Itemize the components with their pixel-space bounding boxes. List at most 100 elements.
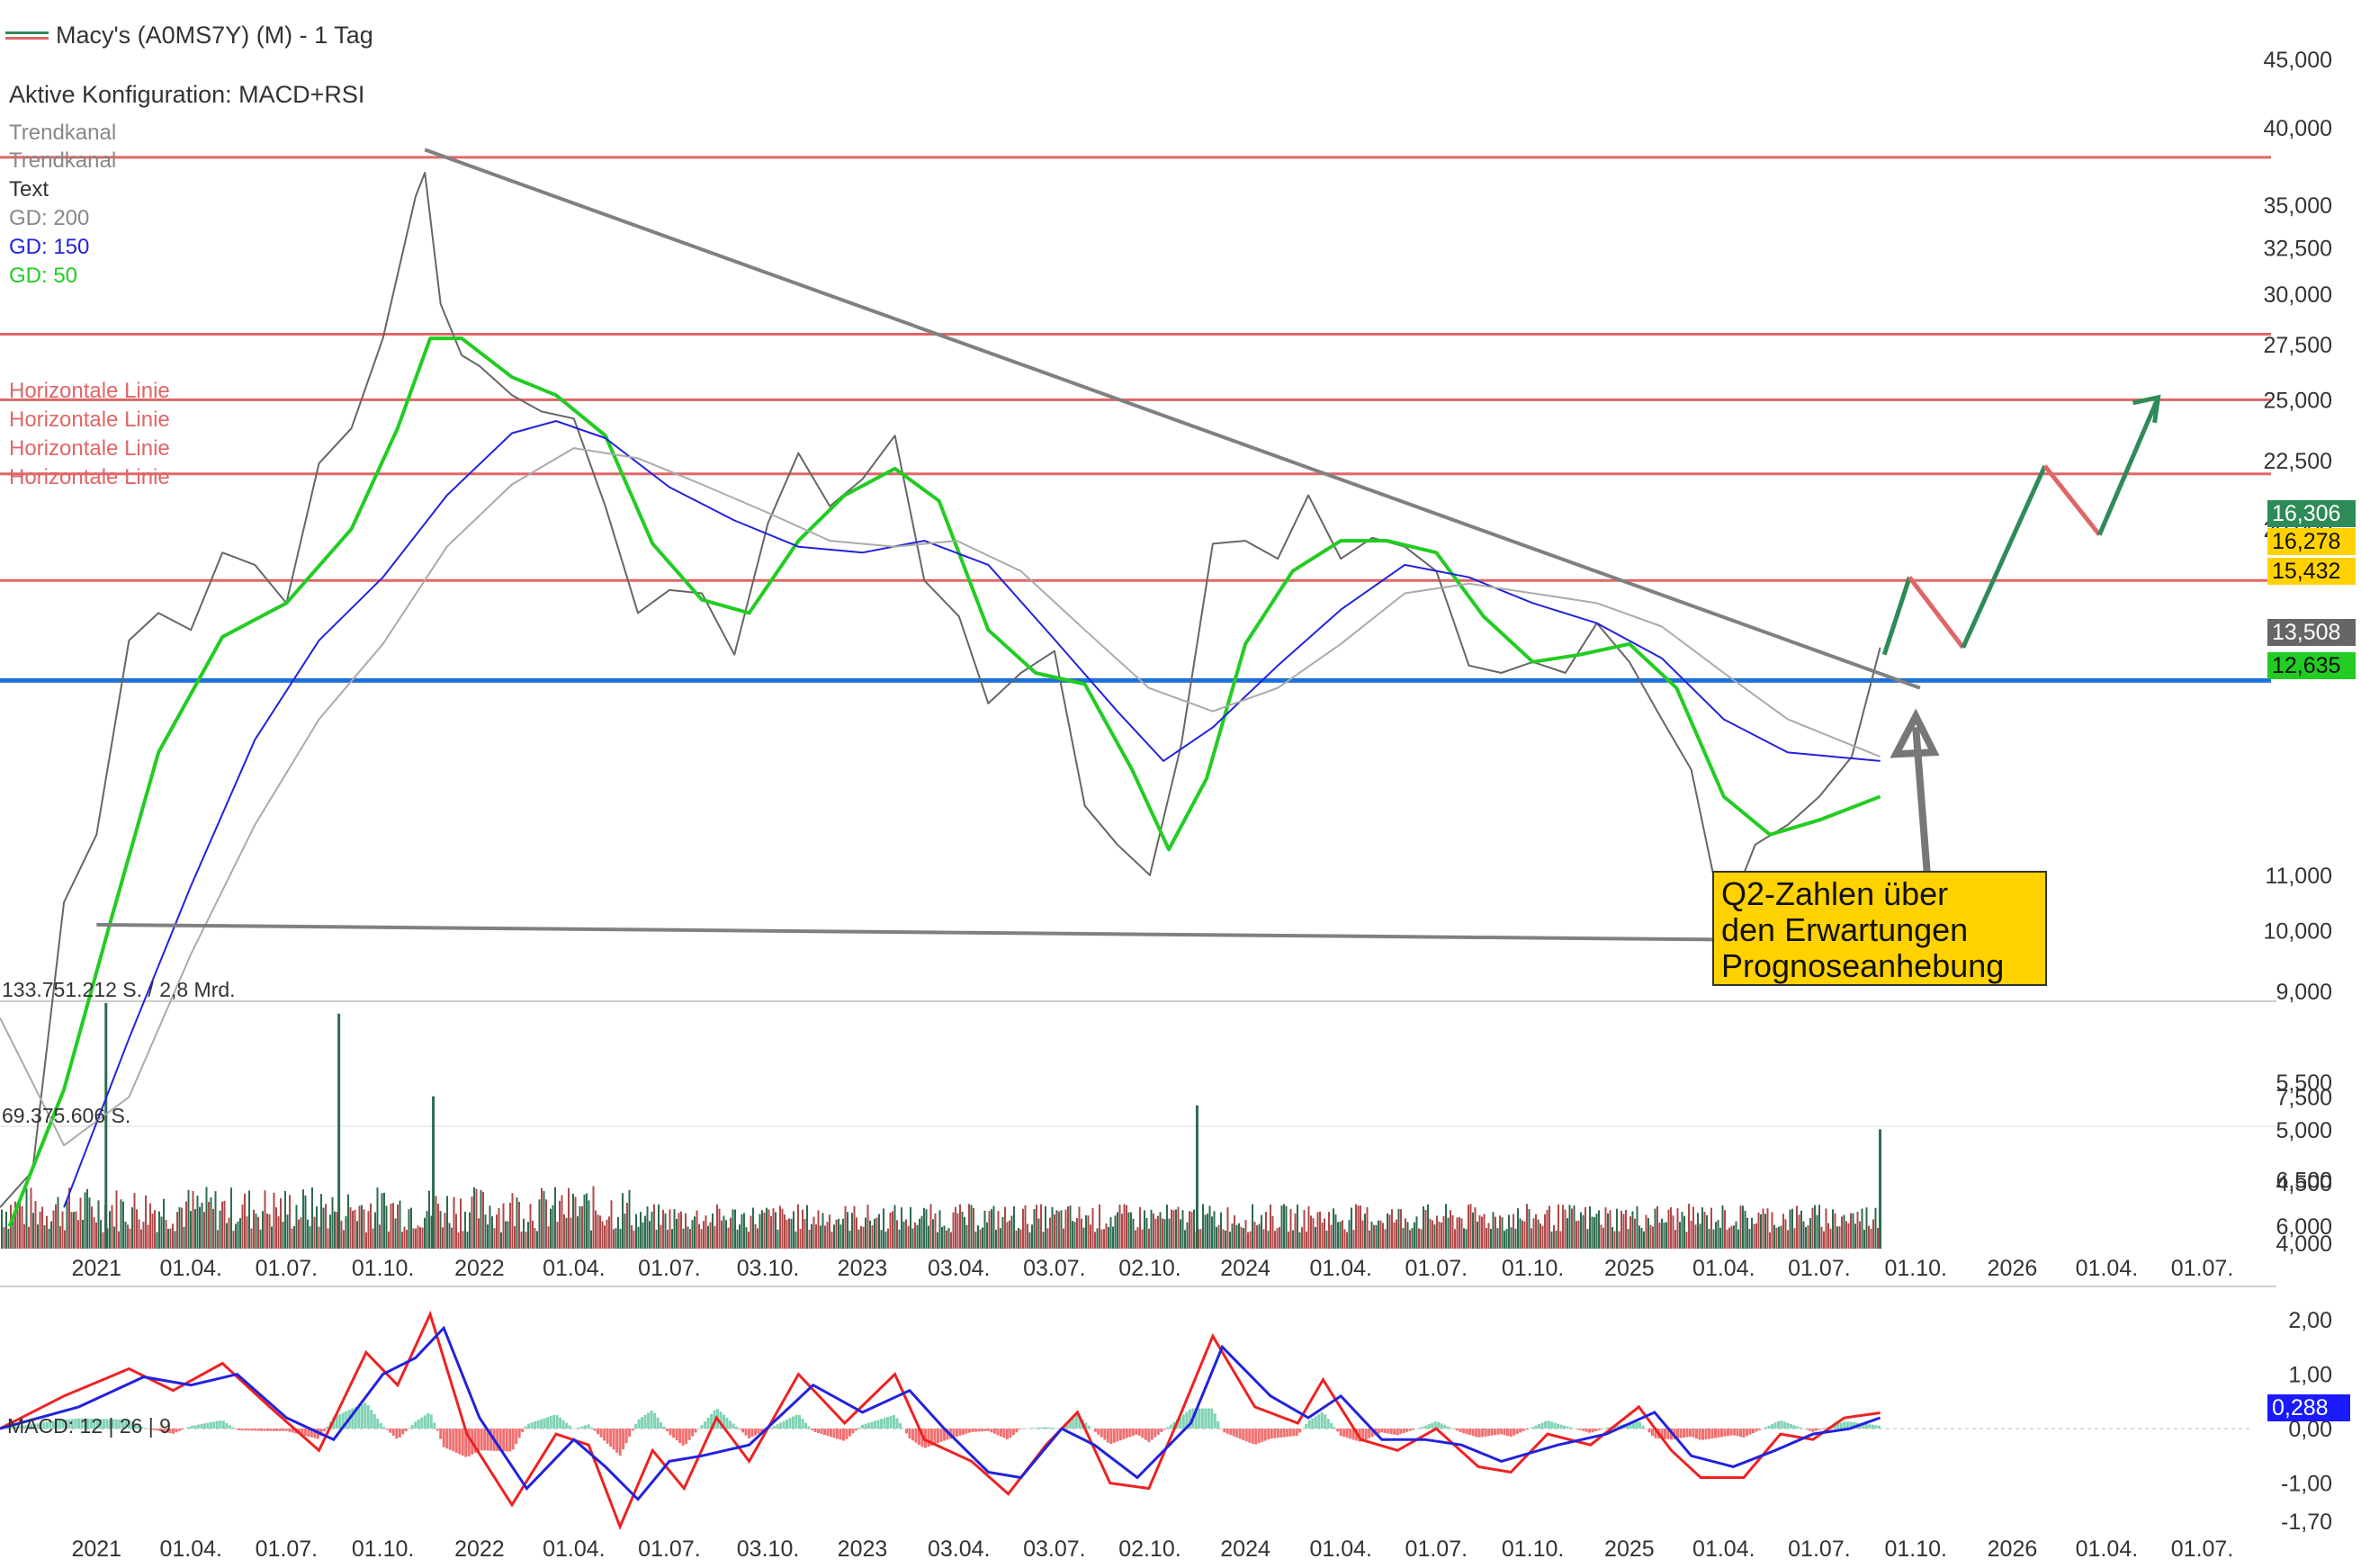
- price-tag: 16,306: [2267, 500, 2356, 527]
- indicator-label: Horizontale Linie: [9, 465, 170, 489]
- trendchannel-line: [424, 148, 1921, 690]
- x-tick-label: 01.04.: [543, 1537, 606, 1562]
- macd-panel: [0, 1310, 1881, 1530]
- x-tick-label: 2023: [838, 1537, 888, 1562]
- x-tick-label: 01.04.: [1309, 1537, 1372, 1562]
- gd50-line: [7, 336, 1881, 1227]
- gd200-line: [0, 447, 1881, 1147]
- y-tick-label: 7,500: [2276, 1086, 2332, 1111]
- x-tick-label: 03.07.: [1023, 1256, 1086, 1281]
- x-tick-label: 01.10.: [1502, 1256, 1565, 1281]
- x-tick-label: 01.10.: [1884, 1256, 1947, 1281]
- y-tick-label: 40,000: [2264, 116, 2332, 141]
- x-tick-label: 01.04.: [1692, 1256, 1755, 1281]
- x-tick-label: 2022: [454, 1256, 505, 1281]
- price-tag: 12,635: [2267, 652, 2356, 679]
- x-tick-label: 2021: [71, 1537, 121, 1562]
- price-tag: 13,508: [2267, 619, 2356, 646]
- x-tick-label: 01.07.: [638, 1537, 701, 1562]
- projection-line: [1908, 576, 1965, 650]
- y-tick-label: 6,500: [2276, 1169, 2332, 1194]
- y-tick-label: 9,000: [2276, 980, 2332, 1005]
- x-tick-label: 2025: [1604, 1537, 1655, 1562]
- x-tick-label: 2025: [1604, 1256, 1655, 1281]
- indicator-label: Trendkanal: [9, 148, 117, 173]
- chart-title: Macy's (A0MS7Y) (M) - 1 Tag: [5, 22, 373, 49]
- x-tick-label: 2022: [454, 1537, 505, 1562]
- macd-tick-label: 2,00: [2288, 1308, 2332, 1333]
- x-tick-label: 02.10.: [1118, 1256, 1181, 1281]
- x-tick-label: 02.10.: [1118, 1537, 1181, 1562]
- series-legend-icon: [5, 31, 49, 40]
- y-tick-label: 5,000: [2276, 1118, 2332, 1143]
- macd-tick-label: -1,00: [2281, 1472, 2332, 1497]
- x-tick-label: 01.04.: [2076, 1537, 2139, 1562]
- x-tick-label: 01.07.: [2171, 1537, 2234, 1562]
- indicator-label: Horizontale Linie: [9, 408, 170, 432]
- indicator-label: Horizontale Linie: [9, 436, 170, 461]
- x-tick-label: 01.10.: [1502, 1537, 1565, 1562]
- chart-title-text: Macy's (A0MS7Y) (M) - 1 Tag: [56, 22, 373, 49]
- y-tick-label: 35,000: [2264, 193, 2332, 219]
- y-tick-label: 25,000: [2264, 388, 2332, 413]
- x-tick-label: 01.07.: [638, 1256, 701, 1281]
- indicator-label: Text: [9, 177, 49, 202]
- x-tick-label: 01.07.: [1788, 1256, 1851, 1281]
- chart-stage: 4,000 4,500 5,000 5,500 6,000 6,500 7,500 9,000…: [0, 0, 2361, 1564]
- price-tag: 15,432: [2267, 558, 2356, 585]
- x-tick-label: 2026: [1988, 1256, 2038, 1281]
- chart-canvas: 4,0004,5005,0005,5006,0006,5007,5009,000…: [0, 48, 2332, 1562]
- macd-label: MACD: 12 | 26 | 9: [7, 1414, 171, 1438]
- volume-ref-label: 69.375.606 S.: [2, 1104, 131, 1127]
- x-tick-label: 03.10.: [737, 1256, 800, 1281]
- x-tick-label: 01.04.: [159, 1537, 222, 1562]
- x-tick-label: 01.04.: [1692, 1537, 1755, 1562]
- signal-line: [0, 1325, 1881, 1501]
- y-tick-label: 27,500: [2264, 333, 2332, 358]
- price-line: [0, 172, 1881, 1208]
- axis-ticks: 4,0004,5005,0005,5006,0006,5007,5009,000…: [71, 48, 2332, 1562]
- indicator-label: GD: 50: [9, 264, 78, 288]
- volume-max-label: 133.751.212 S. / 2,8 Mrd.: [2, 978, 236, 1001]
- annotation-line: Q2-Zahlen über: [1721, 875, 1949, 912]
- macd-line: [0, 1310, 1881, 1530]
- grid-lines: [0, 1000, 2276, 1429]
- x-tick-label: 2021: [71, 1256, 121, 1281]
- annotation-line: Prognoseanhebung: [1721, 947, 2005, 984]
- projection-line: [1961, 464, 2047, 649]
- price-tag: 16,278: [2267, 528, 2356, 555]
- x-tick-label: 2026: [1988, 1537, 2038, 1562]
- x-tick-label: 03.04.: [928, 1256, 991, 1281]
- x-tick-label: 01.07.: [1405, 1256, 1468, 1281]
- annotation-line: den Erwartungen: [1721, 911, 1969, 948]
- projection-line: [2042, 464, 2102, 537]
- x-tick-label: 01.04.: [1309, 1256, 1372, 1281]
- price-series: [0, 148, 2161, 1227]
- x-tick-label: 01.10.: [1884, 1537, 1947, 1562]
- indicator-label: GD: 200: [9, 206, 90, 230]
- y-tick-label: 30,000: [2264, 282, 2332, 308]
- x-tick-label: 01.10.: [352, 1256, 415, 1281]
- projection-line: [2097, 396, 2160, 536]
- y-tick-label: 11,000: [2265, 864, 2332, 889]
- x-tick-label: 01.04.: [159, 1256, 222, 1281]
- macd-tick-label: 1,00: [2288, 1363, 2332, 1388]
- y-tick-label: 32,500: [2264, 236, 2332, 261]
- active-config-label: Aktive Konfiguration: MACD+RSI: [9, 81, 365, 108]
- x-tick-label: 01.07.: [2171, 1256, 2234, 1281]
- indicator-label: GD: 150: [9, 235, 90, 259]
- annotation-box: Q2-Zahlen über den Erwartungen Prognosea…: [1712, 871, 2047, 986]
- macd-tag: 0,288: [2267, 1394, 2350, 1421]
- y-tick-label: 45,000: [2264, 48, 2332, 73]
- x-tick-label: 01.07.: [1405, 1537, 1468, 1562]
- gd150-line: [63, 420, 1881, 1208]
- x-tick-label: 01.04.: [2076, 1256, 2139, 1281]
- indicator-label: Trendkanal: [9, 121, 117, 145]
- x-tick-label: 01.07.: [256, 1256, 319, 1281]
- y-tick-label: 10,000: [2264, 918, 2332, 944]
- x-tick-label: 2024: [1220, 1256, 1270, 1281]
- macd-tick-label: -1,70: [2281, 1510, 2332, 1535]
- projection-line: [1881, 576, 1912, 656]
- y-tick-label: 22,500: [2264, 449, 2332, 474]
- x-tick-label: 2023: [838, 1256, 888, 1281]
